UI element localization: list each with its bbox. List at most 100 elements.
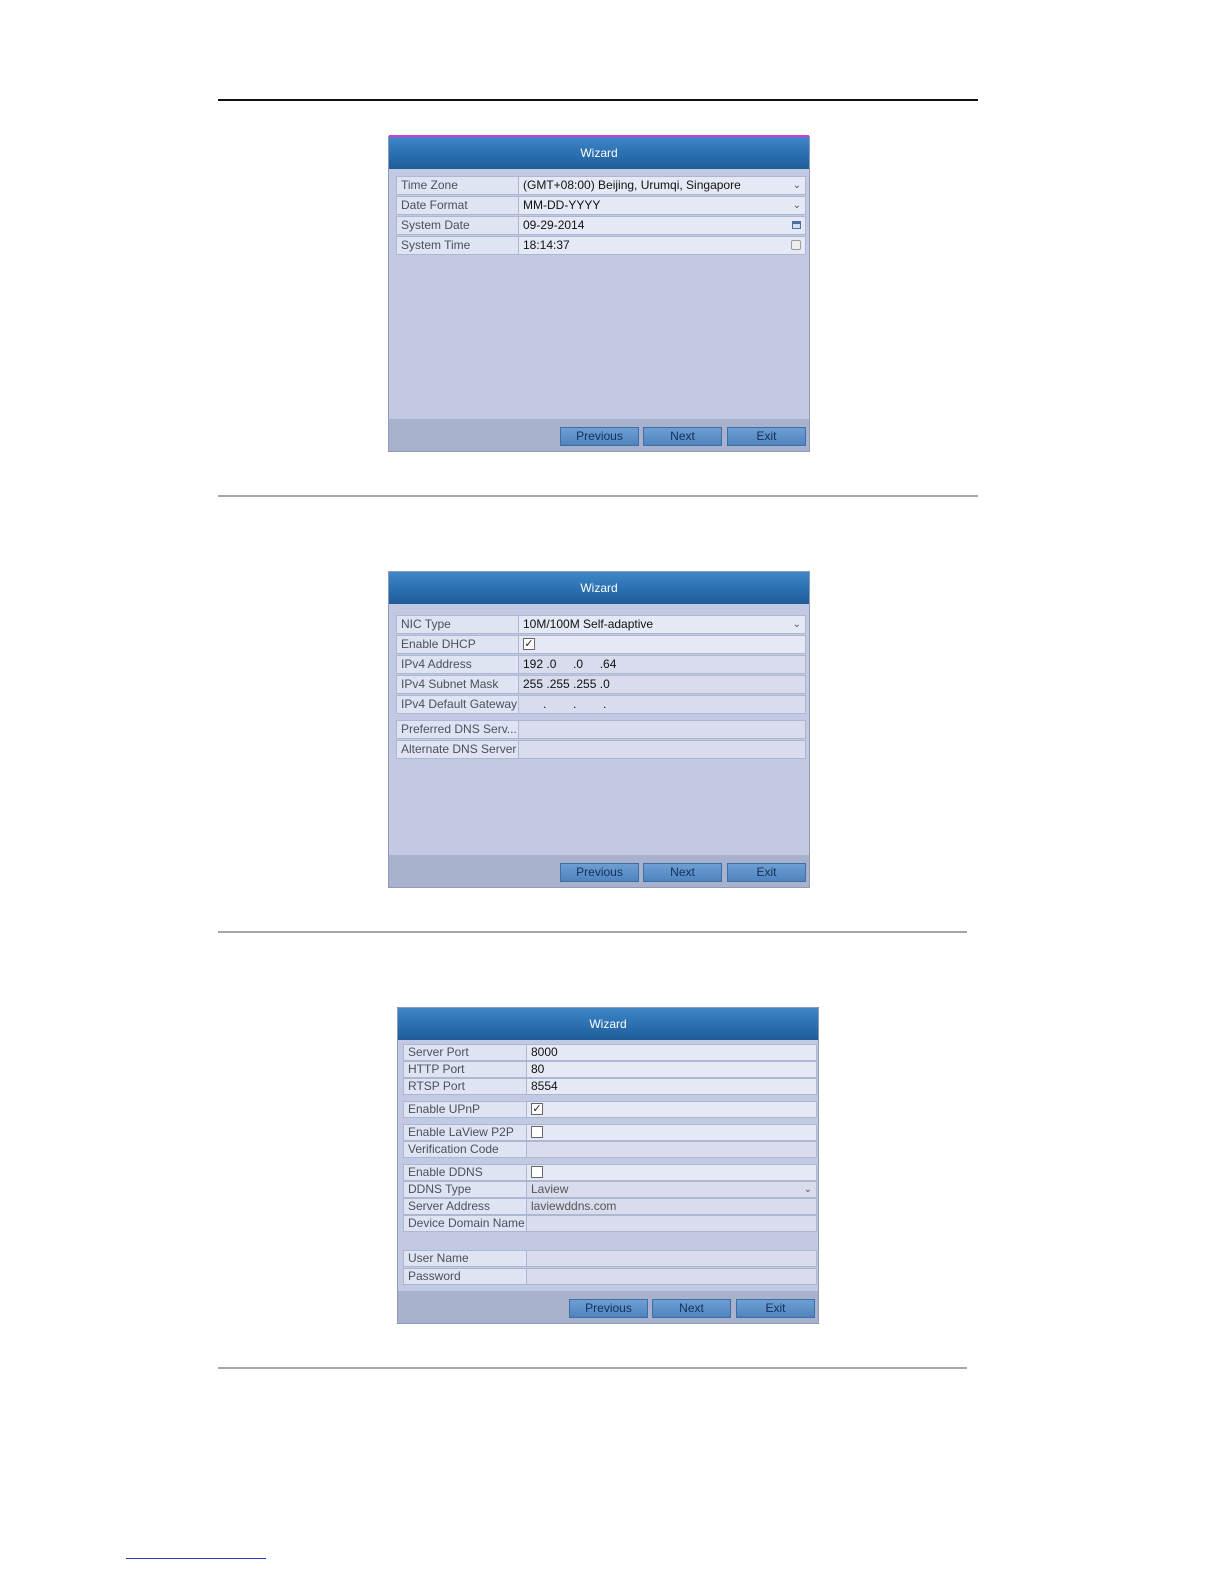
ipv4-address-input[interactable]: 192 .0 .0 .64 [519, 655, 806, 674]
enable-dhcp-cell: ✓ [519, 635, 806, 654]
field-label: System Time [396, 236, 519, 255]
previous-button[interactable]: Previous [560, 863, 639, 882]
enable-dhcp-checkbox[interactable]: ✓ [523, 638, 535, 650]
network-wizard-window: Wizard NIC Type 10M/100M Self-adaptive ⌄… [388, 571, 810, 888]
field-label: Enable DDNS [403, 1164, 527, 1181]
verification-code-input[interactable] [527, 1141, 817, 1158]
field-label: Date Format [396, 196, 519, 215]
server-address-field: Server Address laviewddns.com [403, 1198, 817, 1215]
ipv4-default-gateway-input[interactable]: . . . [519, 695, 806, 714]
window-title: Wizard [398, 1008, 818, 1040]
enable-laview-p2p-cell [527, 1124, 817, 1141]
enable-laview-p2p-field: Enable LaView P2P [403, 1124, 817, 1141]
field-value: MM-DD-YYYY [523, 198, 601, 212]
next-button[interactable]: Next [652, 1299, 731, 1318]
device-domain-name-field: Device Domain Name [403, 1215, 817, 1232]
alternate-dns-input[interactable] [519, 740, 806, 759]
chevron-down-icon[interactable]: ⌄ [793, 616, 801, 633]
user-name-field: User Name [403, 1250, 817, 1267]
header-rule [218, 99, 978, 101]
field-label: DDNS Type [403, 1181, 527, 1198]
enable-upnp-cell: ✓ [527, 1101, 817, 1118]
enable-laview-p2p-checkbox[interactable] [531, 1126, 543, 1138]
ipv4-address-field: IPv4 Address 192 .0 .0 .64 [396, 655, 806, 674]
button-bar: Previous Next Exit [389, 419, 809, 451]
field-label: Password [403, 1268, 527, 1285]
field-label: User Name [403, 1250, 527, 1267]
button-bar: Previous Next Exit [398, 1291, 818, 1323]
enable-ddns-field: Enable DDNS [403, 1164, 817, 1181]
server-address-input[interactable]: laviewddns.com [527, 1198, 817, 1215]
field-label: Preferred DNS Serv... [396, 720, 519, 739]
field-label: Alternate DNS Server [396, 740, 519, 759]
previous-button[interactable]: Previous [569, 1299, 648, 1318]
nic-type-select[interactable]: 10M/100M Self-adaptive ⌄ [519, 615, 806, 634]
field-value: 18:14:37 [523, 238, 570, 252]
system-date-field: System Date 09-29-2014 [396, 216, 806, 235]
time-zone-select[interactable]: (GMT+08:00) Beijing, Urumqi, Singapore ⌄ [519, 176, 806, 195]
ipv4-default-gateway-field: IPv4 Default Gateway . . . [396, 695, 806, 714]
field-label: Verification Code [403, 1141, 527, 1158]
field-label: System Date [396, 216, 519, 235]
field-value: (GMT+08:00) Beijing, Urumqi, Singapore [523, 178, 741, 192]
enable-ddns-checkbox[interactable] [531, 1166, 543, 1178]
field-label: IPv4 Default Gateway [396, 695, 519, 714]
field-label: Server Port [403, 1044, 527, 1061]
verification-code-field: Verification Code [403, 1141, 817, 1158]
system-time-input[interactable]: 18:14:37 [519, 236, 806, 255]
ddns-type-field: DDNS Type Laview ⌄ [403, 1181, 817, 1198]
server-port-field: Server Port 8000 [403, 1044, 817, 1061]
window-title: Wizard [389, 572, 809, 604]
enable-upnp-checkbox[interactable]: ✓ [531, 1103, 543, 1115]
next-button[interactable]: Next [643, 427, 722, 446]
device-domain-name-input[interactable] [527, 1215, 817, 1232]
enable-upnp-field: Enable UPnP ✓ [403, 1101, 817, 1118]
next-button[interactable]: Next [643, 863, 722, 882]
chevron-down-icon[interactable]: ⌄ [804, 1182, 812, 1197]
field-label: IPv4 Subnet Mask [396, 675, 519, 694]
preferred-dns-field: Preferred DNS Serv... [396, 720, 806, 739]
time-wizard-window: Wizard Time Zone (GMT+08:00) Beijing, Ur… [388, 135, 810, 452]
calendar-icon[interactable] [792, 221, 801, 229]
http-port-field: HTTP Port 80 [403, 1061, 817, 1078]
enable-ddns-cell [527, 1164, 817, 1181]
ipv4-subnet-mask-input[interactable]: 255 .255 .255 .0 [519, 675, 806, 694]
time-zone-field: Time Zone (GMT+08:00) Beijing, Urumqi, S… [396, 176, 806, 195]
user-name-input[interactable] [527, 1250, 817, 1267]
ddns-type-select[interactable]: Laview ⌄ [527, 1181, 817, 1198]
ports-wizard-window: Wizard Server Port 8000 HTTP Port 80 RTS… [397, 1007, 819, 1324]
nic-type-field: NIC Type 10M/100M Self-adaptive ⌄ [396, 615, 806, 634]
previous-button[interactable]: Previous [560, 427, 639, 446]
exit-button[interactable]: Exit [736, 1299, 815, 1318]
password-input[interactable] [527, 1268, 817, 1285]
section-divider [218, 931, 967, 933]
exit-button[interactable]: Exit [727, 863, 806, 882]
password-field: Password [403, 1268, 817, 1285]
preferred-dns-input[interactable] [519, 720, 806, 739]
window-title: Wizard [389, 137, 809, 169]
http-port-input[interactable]: 80 [527, 1061, 817, 1078]
exit-button[interactable]: Exit [727, 427, 806, 446]
field-value: Laview [531, 1182, 569, 1196]
rtsp-port-field: RTSP Port 8554 [403, 1078, 817, 1095]
field-label: Time Zone [396, 176, 519, 195]
server-port-input[interactable]: 8000 [527, 1044, 817, 1061]
chevron-down-icon[interactable]: ⌄ [793, 177, 801, 194]
field-label: Enable LaView P2P [403, 1124, 527, 1141]
rtsp-port-input[interactable]: 8554 [527, 1078, 817, 1095]
alternate-dns-field: Alternate DNS Server [396, 740, 806, 759]
ipv4-subnet-mask-field: IPv4 Subnet Mask 255 .255 .255 .0 [396, 675, 806, 694]
clock-icon[interactable] [791, 240, 801, 250]
system-time-field: System Time 18:14:37 [396, 236, 806, 255]
field-label: RTSP Port [403, 1078, 527, 1095]
date-format-select[interactable]: MM-DD-YYYY ⌄ [519, 196, 806, 215]
field-label: HTTP Port [403, 1061, 527, 1078]
button-bar: Previous Next Exit [389, 855, 809, 887]
chevron-down-icon[interactable]: ⌄ [793, 197, 801, 214]
field-value: 09-29-2014 [523, 218, 585, 232]
system-date-input[interactable]: 09-29-2014 [519, 216, 806, 235]
date-format-field: Date Format MM-DD-YYYY ⌄ [396, 196, 806, 215]
field-value: 10M/100M Self-adaptive [523, 617, 654, 631]
section-divider [218, 1367, 967, 1369]
field-label: NIC Type [396, 615, 519, 634]
